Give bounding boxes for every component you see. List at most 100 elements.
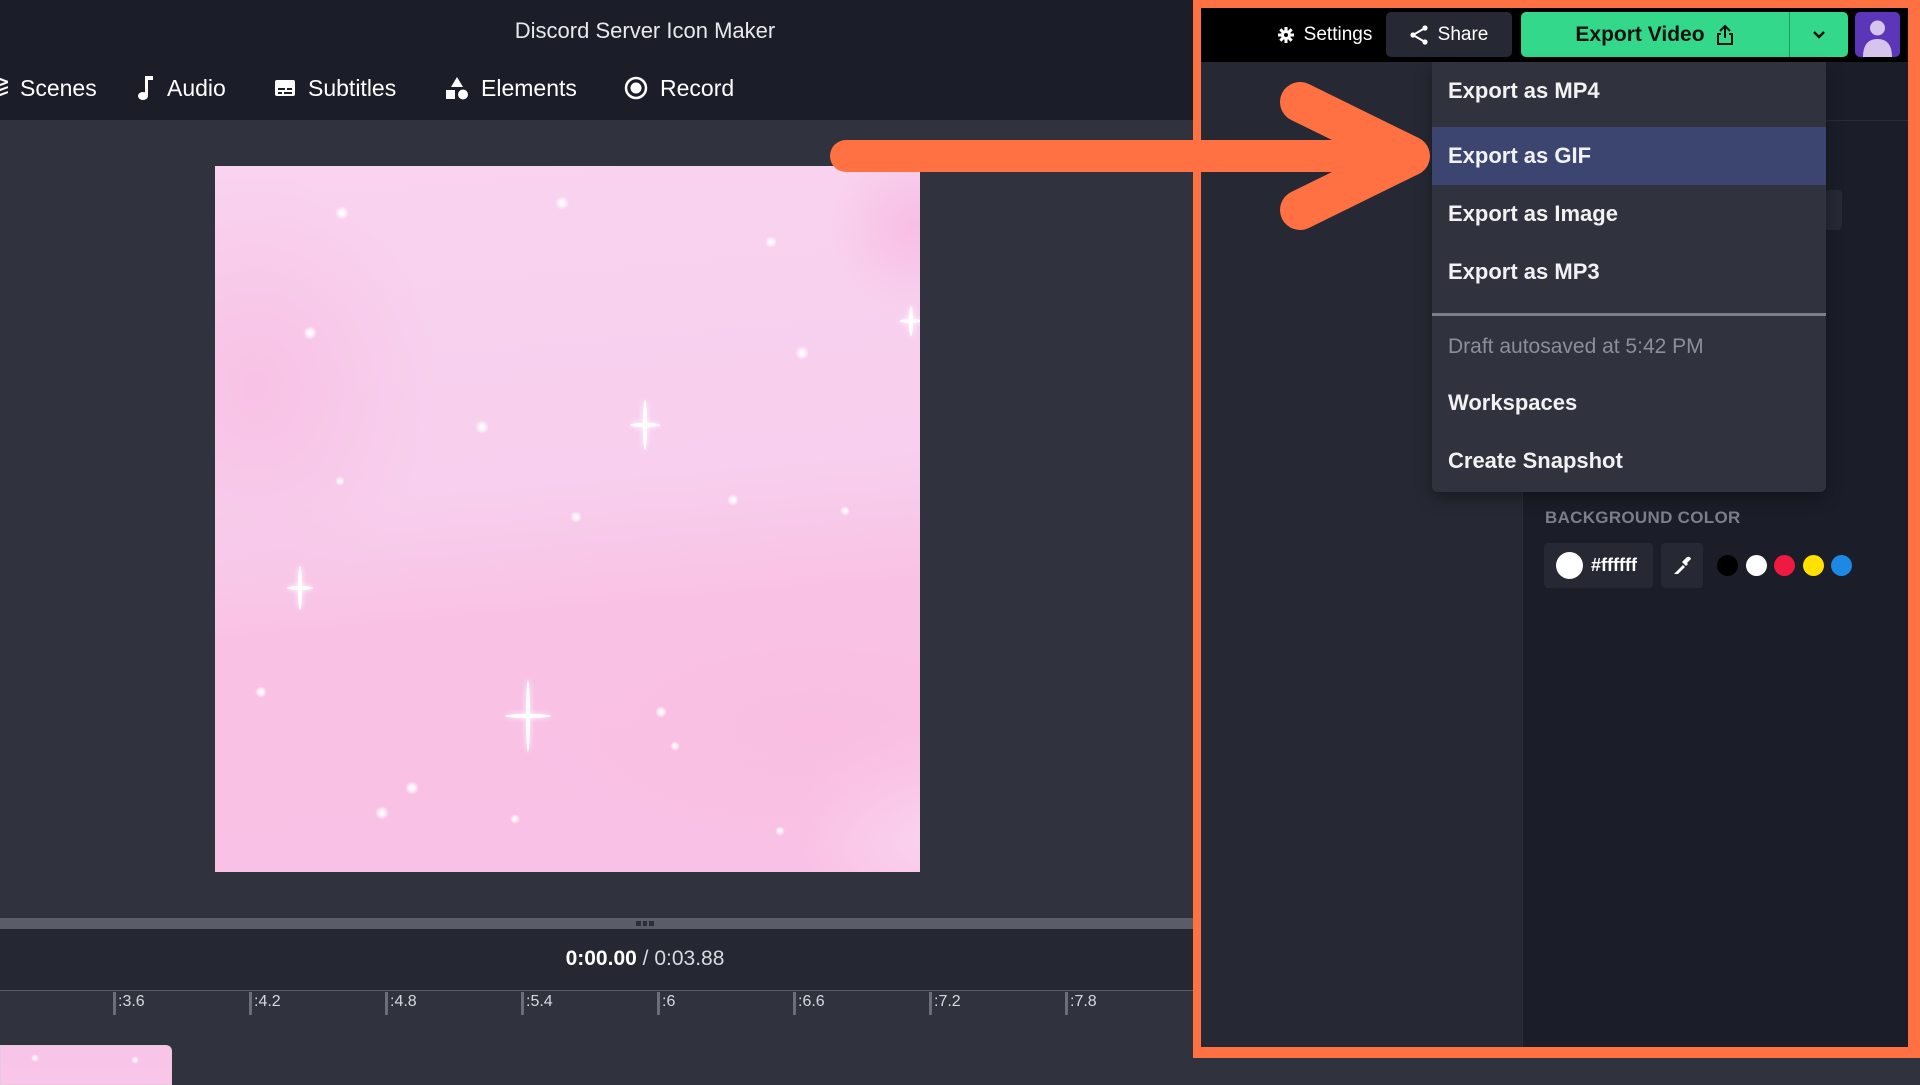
drag-handle-icon[interactable] xyxy=(636,921,655,926)
sparkle-dot xyxy=(795,346,809,360)
timeline-tick xyxy=(521,992,524,1015)
current-color-swatch xyxy=(1556,552,1583,579)
sparkle-dot xyxy=(405,781,419,795)
share-button[interactable]: Share xyxy=(1386,12,1512,57)
eyedropper-button[interactable] xyxy=(1661,543,1703,588)
menu-item-label: Export as Image xyxy=(1448,201,1618,226)
sparkle-icon xyxy=(505,680,551,752)
share-label: Share xyxy=(1437,23,1489,45)
export-dropdown-menu: Export as MP4 Export as GIF Export as Im… xyxy=(1432,62,1826,492)
sparkle-dot xyxy=(375,806,389,820)
menu-item-label: Create Snapshot xyxy=(1448,448,1623,473)
annotation-frame-top xyxy=(1193,0,1920,8)
timeline-tick xyxy=(1065,992,1068,1015)
record-icon xyxy=(624,76,648,100)
timeline-tick xyxy=(657,992,660,1015)
export-label: Export Video xyxy=(1575,22,1705,46)
share-icon xyxy=(1410,24,1428,45)
sparkle-dot xyxy=(655,706,667,718)
current-time: 0:00.00 xyxy=(565,947,637,970)
layers-icon xyxy=(0,77,8,97)
sparkle-icon xyxy=(287,566,313,610)
timeline-tick xyxy=(793,992,796,1015)
sparkle-dot xyxy=(555,196,569,210)
annotation-frame-bottom xyxy=(1193,1047,1920,1058)
timeline-tick-label: :4.2 xyxy=(254,993,281,1010)
timeline-tick xyxy=(929,992,932,1015)
sparkle-dot xyxy=(335,206,349,220)
draft-autosave-status: Draft autosaved at 5:42 PM xyxy=(1448,335,1704,358)
timeline-tick-label: :4.8 xyxy=(390,993,417,1010)
timeline-tick-label: :7.2 xyxy=(934,993,961,1010)
sparkle-dot xyxy=(475,420,489,434)
sparkle-dot xyxy=(765,236,777,248)
menu-divider xyxy=(1432,313,1826,316)
nav-label: Elements xyxy=(481,74,577,101)
sparkle-dot xyxy=(670,741,680,751)
nav-subtitles[interactable]: Subtitles xyxy=(274,72,396,104)
sparkle-dot xyxy=(775,826,785,836)
preview-canvas[interactable] xyxy=(215,166,920,872)
sparkle-dot xyxy=(131,1056,139,1064)
eyedropper-icon xyxy=(1674,556,1691,574)
menu-item-create-snapshot[interactable]: Create Snapshot xyxy=(1432,432,1826,490)
color-swatch[interactable] xyxy=(1802,555,1824,576)
annotation-arrow-icon xyxy=(830,82,1430,230)
settings-label: Settings xyxy=(1303,23,1373,45)
annotation-frame-right xyxy=(1908,0,1920,1058)
timeline-tick-label: :5.4 xyxy=(526,993,553,1010)
sparkle-dot xyxy=(335,476,345,486)
timeline-ruler xyxy=(0,990,1200,991)
total-time: 0:03.88 xyxy=(654,947,725,970)
gear-icon xyxy=(1277,26,1294,43)
timeline-tick xyxy=(385,992,388,1015)
nav-label: Subtitles xyxy=(308,74,397,101)
nav-scenes[interactable]: Scenes xyxy=(0,72,97,104)
menu-item-label: Export as MP4 xyxy=(1448,78,1600,103)
timeline-tick-label: :6 xyxy=(662,993,676,1010)
nav-label: Audio xyxy=(167,74,226,101)
nav-elements[interactable]: Elements xyxy=(445,72,577,104)
menu-item-export-mp3[interactable]: Export as MP3 xyxy=(1432,243,1826,301)
nav-audio[interactable]: Audio xyxy=(137,72,226,104)
menu-item-label: Export as MP3 xyxy=(1448,259,1600,284)
panel-resize-bar[interactable] xyxy=(0,918,1200,929)
timeline-tick-label: :3.6 xyxy=(118,993,145,1010)
time-readout: 0:00.00 / 0:03.88 xyxy=(0,947,1290,971)
sparkle-dot xyxy=(255,686,267,698)
timeline-clip[interactable] xyxy=(0,1045,172,1085)
project-title[interactable]: Discord Server Icon Maker xyxy=(0,18,1290,44)
sparkle-dot xyxy=(840,506,850,516)
color-swatch[interactable] xyxy=(1745,555,1767,576)
user-avatar[interactable] xyxy=(1855,12,1900,57)
color-swatch[interactable] xyxy=(1831,555,1852,576)
subtitles-icon xyxy=(275,80,295,96)
color-swatch[interactable] xyxy=(1774,555,1795,576)
background-color-label: BACKGROUND COLOR xyxy=(1545,508,1741,527)
nav-label: Scenes xyxy=(20,74,97,101)
user-icon xyxy=(1863,20,1892,57)
timeline-tick-label: :7.8 xyxy=(1070,993,1097,1010)
background-color-field[interactable]: #ffffff xyxy=(1544,543,1653,588)
sparkle-dot xyxy=(510,814,520,824)
sparkle-dot xyxy=(727,494,739,506)
timeline[interactable] xyxy=(0,991,1200,1080)
timeline-tick xyxy=(113,992,116,1015)
export-video-button[interactable]: Export Video xyxy=(1521,12,1789,57)
menu-item-export-gif[interactable]: Export as GIF xyxy=(1432,127,1826,185)
export-options-toggle[interactable] xyxy=(1789,12,1848,57)
timeline-tick-label: :6.6 xyxy=(798,993,825,1010)
music-note-icon xyxy=(138,76,153,100)
nav-record[interactable]: Record xyxy=(624,72,734,104)
upload-icon xyxy=(1716,24,1733,45)
timeline-tick xyxy=(249,992,252,1015)
time-separator: / xyxy=(636,947,655,970)
menu-item-export-mp4[interactable]: Export as MP4 xyxy=(1432,62,1826,120)
settings-button[interactable]: Settings xyxy=(1270,12,1380,57)
sparkle-icon xyxy=(900,306,920,336)
menu-item-export-image[interactable]: Export as Image xyxy=(1432,185,1826,243)
menu-item-workspaces[interactable]: Workspaces xyxy=(1432,374,1826,432)
menu-item-label: Export as GIF xyxy=(1448,143,1592,168)
color-swatch[interactable] xyxy=(1717,555,1738,576)
sparkle-dot xyxy=(570,511,582,523)
